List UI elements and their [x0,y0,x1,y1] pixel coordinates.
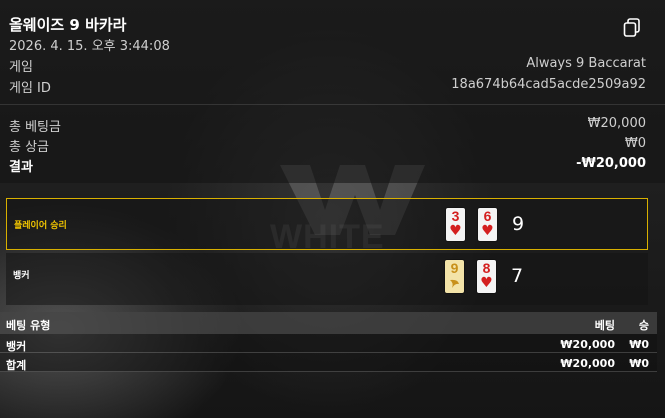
summary-value: ₩20,000 [587,116,646,131]
summary-row-total-win: 총 상금 ₩0 [9,136,646,155]
banker-card-1: 9 [445,260,464,293]
cell-bet: ₩20,000 [560,357,615,370]
divider [0,104,665,105]
banker-score: 7 [511,265,524,287]
header-win: 승 [638,319,649,332]
summary-label: 결과 [9,160,33,175]
banker-result-box: 뱅커 9 8 ♥ 7 [6,253,648,305]
summary-label: 총 베팅금 [9,120,61,135]
info-label: 게임 [9,60,33,75]
cell-win: ₩0 [629,338,649,351]
table-row: 뱅커 ₩20,000 ₩0 [0,334,657,353]
info-value: 18a674b64cad5acde2509a92 [451,77,646,92]
copy-icon[interactable] [623,18,641,38]
card-rank: 9 [450,260,459,276]
table-header: 베팅 유형 베팅 승 [0,312,657,334]
cell-bet: ₩20,000 [560,338,615,351]
table-row-total: 합계 ₩20,000 ₩0 [0,353,657,372]
summary-row-result: 결과 -₩20,000 [9,156,646,175]
heart-icon: ♥ [449,223,462,239]
gold-swirl-icon [450,279,459,288]
datetime-row: 2026. 4. 15. 오후 3:44:08 [9,35,646,54]
cell-bet-type: 합계 [6,359,27,372]
page-title: 올웨이즈 9 바카라 [9,16,127,34]
player-result-box: 플레이어 승리 3 ♥ 6 ♥ 9 [6,198,648,250]
heart-icon: ♥ [480,275,493,291]
header-bet-type: 베팅 유형 [6,319,51,332]
info-row-game: 게임 Always 9 Baccarat [9,56,646,75]
heart-icon: ♥ [481,223,494,239]
banker-card-2: 8 ♥ [477,260,496,293]
summary-label: 총 상금 [9,140,50,155]
bets-table: 베팅 유형 베팅 승 뱅커 ₩20,000 ₩0 합계 ₩20,000 ₩0 [0,312,657,372]
banker-result-label: 뱅커 [13,271,30,281]
card-rank: 6 [483,208,492,224]
datetime: 2026. 4. 15. 오후 3:44:08 [9,39,170,54]
card-rank: 3 [451,208,460,224]
player-result-label: 플레이어 승리 [14,221,67,231]
player-card-1: 3 ♥ [446,208,465,241]
summary-value: -₩20,000 [576,156,646,171]
info-row-game-id: 게임 ID 18a674b64cad5acde2509a92 [9,77,646,96]
cell-bet-type: 뱅커 [6,340,27,353]
player-card-2: 6 ♥ [478,208,497,241]
header-bet: 베팅 [594,319,615,332]
summary-row-total-bet: 총 베팅금 ₩20,000 [9,116,646,135]
summary-value: ₩0 [624,136,646,151]
info-value: Always 9 Baccarat [526,56,646,71]
cell-win: ₩0 [629,357,649,370]
info-label: 게임 ID [9,81,51,96]
player-score: 9 [512,213,525,235]
card-rank: 8 [482,260,491,276]
